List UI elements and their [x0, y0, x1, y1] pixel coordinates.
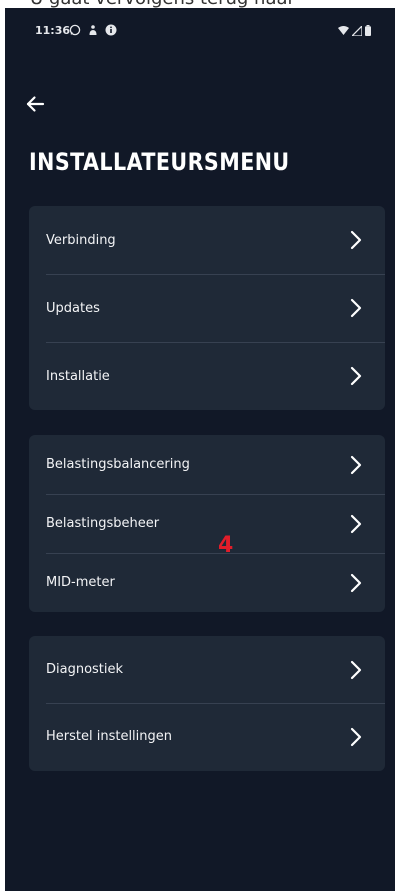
chevron-right-icon [349, 572, 363, 594]
menu-item-label: Belastingsbeheer [46, 516, 160, 531]
menu-item-mid-meter[interactable]: MID-meter [29, 553, 385, 612]
chevron-right-icon [349, 297, 363, 319]
menu-item-label: Updates [46, 300, 100, 316]
chevron-right-icon [349, 365, 363, 387]
status-icons-right [338, 22, 371, 38]
menu-item-label: Installatie [46, 368, 110, 384]
back-button[interactable] [15, 86, 55, 126]
phone-screen: 11:36 INSTALLATEURSMENU Verbinding Updat… [5, 8, 395, 891]
menu-item-herstel-instellingen[interactable]: Herstel instellingen [29, 703, 385, 770]
status-bar: 11:36 [5, 8, 395, 52]
menu-item-updates[interactable]: Updates [29, 274, 385, 342]
person-notification-icon [87, 21, 99, 40]
chevron-right-icon [349, 229, 363, 251]
menu-item-label: Diagnostiek [46, 662, 124, 677]
menu-item-label: Herstel instellingen [46, 729, 173, 744]
page-title: INSTALLATEURSMENU [29, 148, 290, 176]
battery-icon [365, 21, 371, 40]
menu-group-connectivity: Verbinding Updates Installatie [29, 206, 385, 410]
menu-item-verbinding[interactable]: Verbinding [29, 206, 385, 274]
menu-item-label: Belastingsbalancering [46, 457, 190, 472]
status-time: 11:36 [35, 24, 71, 37]
chevron-right-icon [349, 726, 363, 748]
menu-item-belastingsbeheer[interactable]: Belastingsbeheer [29, 494, 385, 553]
signal-icon [350, 21, 363, 40]
info-icon [105, 21, 117, 40]
chevron-right-icon [349, 659, 363, 681]
menu-group-load: Belastingsbalancering Belastingsbeheer M… [29, 435, 385, 612]
whatsapp-icon [69, 21, 81, 40]
menu-item-label: Verbinding [46, 232, 116, 248]
status-icons-left [69, 22, 117, 38]
menu-item-label: MID-meter [46, 575, 115, 590]
menu-item-installatie[interactable]: Installatie [29, 342, 385, 410]
menu-item-belastingsbalancering[interactable]: Belastingsbalancering [29, 435, 385, 494]
step-annotation: 4 [218, 533, 234, 558]
chevron-right-icon [349, 513, 363, 535]
chevron-right-icon [349, 454, 363, 476]
arrow-left-icon [25, 95, 45, 117]
menu-group-maintenance: Diagnostiek Herstel instellingen [29, 636, 385, 771]
menu-item-diagnostiek[interactable]: Diagnostiek [29, 636, 385, 703]
wifi-icon [338, 21, 349, 40]
